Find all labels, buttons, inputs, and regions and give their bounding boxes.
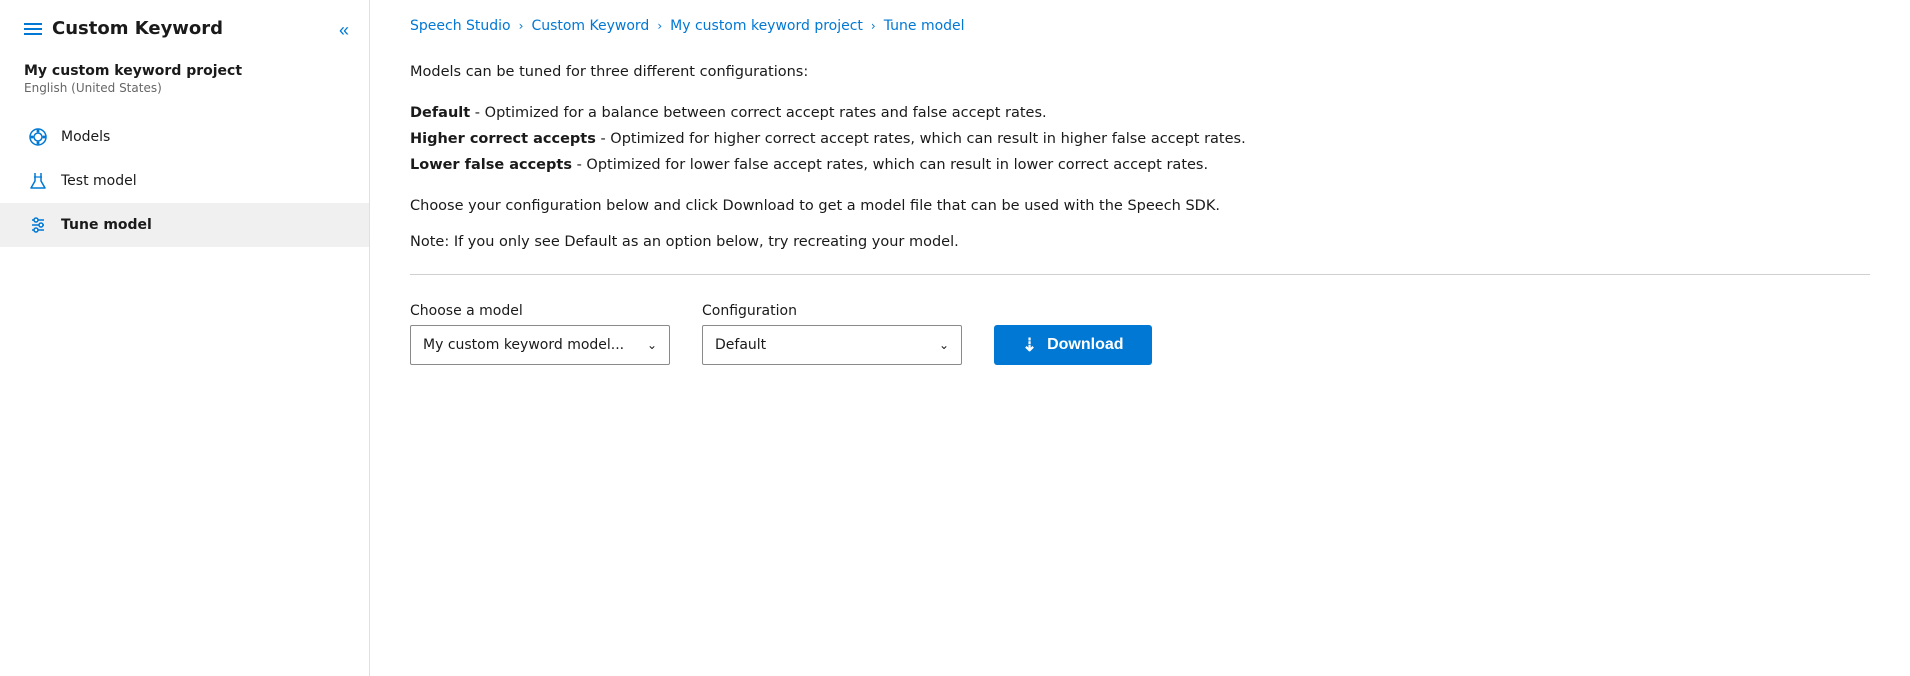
- model-select[interactable]: My custom keyword model... ⌄: [410, 325, 670, 365]
- note-content: Note: If you only see Default as an opti…: [410, 234, 959, 250]
- sidebar-item-test-model-label: Test model: [61, 173, 137, 189]
- breadcrumb-sep-2: ›: [657, 19, 662, 33]
- breadcrumb-sep-3: ›: [871, 19, 876, 33]
- config-item-default: Default - Optimized for a balance betwee…: [410, 100, 1870, 126]
- config-item-lower: Lower false accepts - Optimized for lowe…: [410, 152, 1870, 178]
- sidebar: « Custom Keyword My custom keyword proje…: [0, 0, 370, 676]
- config-lower-text: - Optimized for lower false accept rates…: [572, 157, 1208, 173]
- divider: [410, 274, 1870, 275]
- download-label: Download: [1047, 336, 1123, 354]
- config-default-text: - Optimized for a balance between correc…: [470, 105, 1046, 121]
- breadcrumb: Speech Studio › Custom Keyword › My cust…: [410, 18, 1870, 34]
- sidebar-item-models[interactable]: Models: [0, 115, 369, 159]
- sidebar-project: My custom keyword project English (Unite…: [0, 63, 369, 95]
- model-form-group: Choose a model My custom keyword model..…: [410, 303, 670, 365]
- breadcrumb-custom-keyword[interactable]: Custom Keyword: [531, 18, 649, 34]
- intro-text: Models can be tuned for three different …: [410, 62, 1870, 84]
- model-label: Choose a model: [410, 303, 670, 319]
- collapse-sidebar-button[interactable]: «: [335, 16, 353, 45]
- config-lower-bold: Lower false accepts: [410, 157, 572, 173]
- model-select-chevron-icon: ⌄: [647, 338, 657, 352]
- tune-icon: [27, 215, 49, 235]
- breadcrumb-sep-1: ›: [519, 19, 524, 33]
- models-icon: [27, 127, 49, 147]
- form-row: Choose a model My custom keyword model..…: [410, 303, 1870, 365]
- project-name: My custom keyword project: [24, 63, 345, 79]
- config-item-higher: Higher correct accepts - Optimized for h…: [410, 126, 1870, 152]
- sidebar-nav: Models Test model: [0, 115, 369, 247]
- model-select-value: My custom keyword model...: [423, 337, 624, 353]
- sidebar-header: Custom Keyword: [0, 0, 369, 39]
- choose-desc-text: Choose your configuration below and clic…: [410, 196, 1870, 218]
- config-list: Default - Optimized for a balance betwee…: [410, 100, 1870, 178]
- config-label: Configuration: [702, 303, 962, 319]
- sidebar-item-models-label: Models: [61, 129, 110, 145]
- breadcrumb-current: Tune model: [884, 18, 965, 34]
- breadcrumb-speech-studio[interactable]: Speech Studio: [410, 18, 511, 34]
- sidebar-item-tune-model-label: Tune model: [61, 217, 152, 233]
- download-button[interactable]: ⇣ Download: [994, 325, 1152, 365]
- breadcrumb-project[interactable]: My custom keyword project: [670, 18, 863, 34]
- note-text: Note: If you only see Default as an opti…: [410, 232, 1870, 254]
- sidebar-item-test-model[interactable]: Test model: [0, 159, 369, 203]
- config-select-chevron-icon: ⌄: [939, 338, 949, 352]
- config-form-group: Configuration Default ⌄: [702, 303, 962, 365]
- project-language: English (United States): [24, 81, 345, 95]
- main-content: Speech Studio › Custom Keyword › My cust…: [370, 0, 1910, 676]
- config-default-bold: Default: [410, 105, 470, 121]
- download-icon: ⇣: [1022, 336, 1037, 354]
- sidebar-title: Custom Keyword: [52, 18, 223, 39]
- sidebar-item-tune-model[interactable]: Tune model: [0, 203, 369, 247]
- config-select-value: Default: [715, 337, 766, 353]
- config-higher-text: - Optimized for higher correct accept ra…: [596, 131, 1246, 147]
- hamburger-icon[interactable]: [24, 23, 42, 35]
- flask-icon: [27, 171, 49, 191]
- config-select[interactable]: Default ⌄: [702, 325, 962, 365]
- config-higher-bold: Higher correct accepts: [410, 131, 596, 147]
